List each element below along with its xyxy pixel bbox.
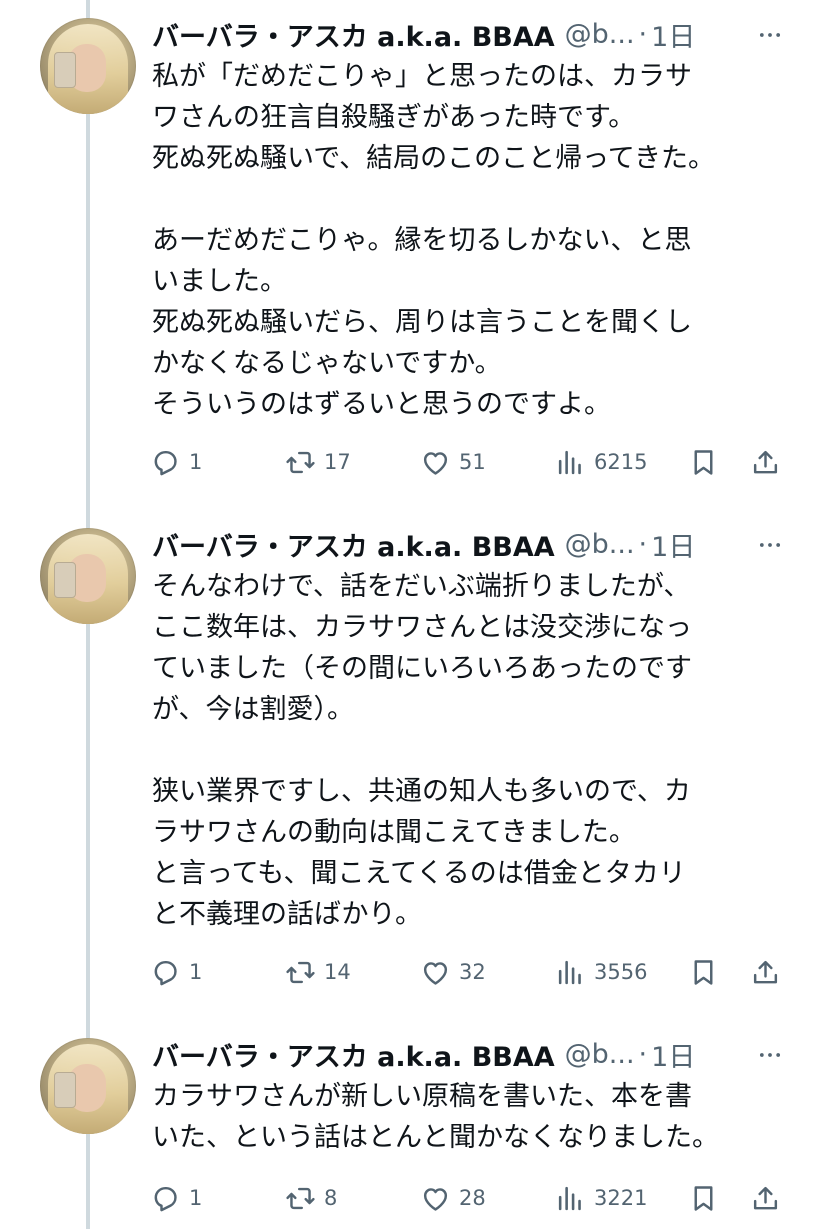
view-count: 3556 — [594, 960, 648, 984]
like-count: 32 — [459, 960, 486, 984]
heart-icon — [423, 451, 448, 475]
like-button[interactable]: 32 — [420, 952, 486, 992]
author-handle[interactable]: @b... — [565, 1039, 635, 1070]
tweet-actions: 1 8 28 3221 — [150, 1178, 790, 1218]
repost-arrows-icon — [286, 451, 315, 473]
share-upload-icon — [753, 450, 778, 473]
tweet-text: そんなわけで、話をだいぶ端折りましたが、 ここ数年は、カラサワさんとは没交渉にな… — [152, 571, 692, 930]
repost-button[interactable]: 8 — [285, 1178, 337, 1218]
author-name[interactable]: バーバラ・アスカ a.k.a. BBAA — [152, 15, 555, 54]
bookmark-icon — [694, 959, 713, 985]
repost-count: 8 — [324, 1186, 338, 1210]
share-upload-icon — [753, 1186, 778, 1209]
like-button[interactable]: 51 — [420, 442, 486, 482]
heart-icon — [423, 961, 448, 985]
view-count: 3221 — [594, 1186, 648, 1210]
bookmark-icon — [694, 1185, 713, 1211]
repost-button[interactable]: 14 — [285, 952, 351, 992]
bookmark-icon — [694, 449, 713, 475]
like-count: 51 — [459, 450, 486, 474]
reply-button[interactable]: 1 — [150, 952, 202, 992]
tweet-actions: 1 17 51 6215 — [150, 442, 790, 482]
avatar[interactable] — [40, 528, 136, 624]
tweet-text: カラサワさんが新しい原稿を書いた、本を書 いた、という話はとんと聞かなくなりまし… — [152, 1081, 719, 1153]
views-bar-chart-icon — [558, 1186, 581, 1210]
bookmark-button[interactable] — [688, 952, 719, 992]
timestamp[interactable]: 1日 — [651, 1035, 695, 1074]
more-dots-icon[interactable] — [753, 528, 787, 562]
tweet-header: バーバラ・アスカ a.k.a. BBAA @b... · 1日 — [152, 524, 695, 564]
tweet-header: バーバラ・アスカ a.k.a. BBAA @b... · 1日 — [152, 14, 695, 54]
share-button[interactable] — [750, 442, 781, 482]
tweet-text: 私が「だめだこりゃ」と思ったのは、カラサ ワさんの狂言自殺騒ぎがあった時です。 … — [152, 61, 715, 420]
more-dots-icon[interactable] — [753, 18, 787, 52]
reply-bubble-icon — [154, 1186, 177, 1211]
views-bar-chart-icon — [558, 960, 581, 984]
reply-count: 1 — [189, 960, 203, 984]
tweet-actions: 1 14 32 3556 — [150, 952, 790, 992]
author-name[interactable]: バーバラ・アスカ a.k.a. BBAA — [152, 525, 555, 564]
more-dots-icon[interactable] — [753, 1038, 787, 1072]
author-handle[interactable]: @b... — [565, 19, 635, 50]
views-button[interactable]: 6215 — [555, 442, 647, 482]
timestamp[interactable]: 1日 — [651, 15, 695, 54]
avatar[interactable] — [40, 1038, 136, 1134]
views-button[interactable]: 3556 — [555, 952, 647, 992]
author-name[interactable]: バーバラ・アスカ a.k.a. BBAA — [152, 1035, 555, 1074]
reply-button[interactable]: 1 — [150, 1178, 202, 1218]
dot-separator: · — [638, 18, 648, 50]
repost-count: 14 — [324, 960, 351, 984]
heart-icon — [423, 1187, 448, 1211]
bookmark-button[interactable] — [688, 442, 719, 482]
dot-separator: · — [638, 1038, 648, 1070]
repost-button[interactable]: 17 — [285, 442, 351, 482]
views-button[interactable]: 3221 — [555, 1178, 647, 1218]
like-button[interactable]: 28 — [420, 1178, 486, 1218]
reply-count: 1 — [189, 1186, 203, 1210]
share-button[interactable] — [750, 1178, 781, 1218]
repost-arrows-icon — [286, 961, 315, 983]
repost-count: 17 — [324, 450, 351, 474]
like-count: 28 — [459, 1186, 486, 1210]
bookmark-button[interactable] — [688, 1178, 719, 1218]
reply-count: 1 — [189, 450, 203, 474]
reply-button[interactable]: 1 — [150, 442, 202, 482]
share-button[interactable] — [750, 952, 781, 992]
reply-bubble-icon — [154, 450, 177, 475]
view-count: 6215 — [594, 450, 648, 474]
timestamp[interactable]: 1日 — [651, 525, 695, 564]
reply-bubble-icon — [154, 960, 177, 985]
share-upload-icon — [753, 960, 778, 983]
avatar[interactable] — [40, 18, 136, 114]
author-handle[interactable]: @b... — [565, 529, 635, 560]
views-bar-chart-icon — [558, 450, 581, 474]
tweet-header: バーバラ・アスカ a.k.a. BBAA @b... · 1日 — [152, 1034, 695, 1074]
repost-arrows-icon — [286, 1187, 315, 1209]
dot-separator: · — [638, 528, 648, 560]
